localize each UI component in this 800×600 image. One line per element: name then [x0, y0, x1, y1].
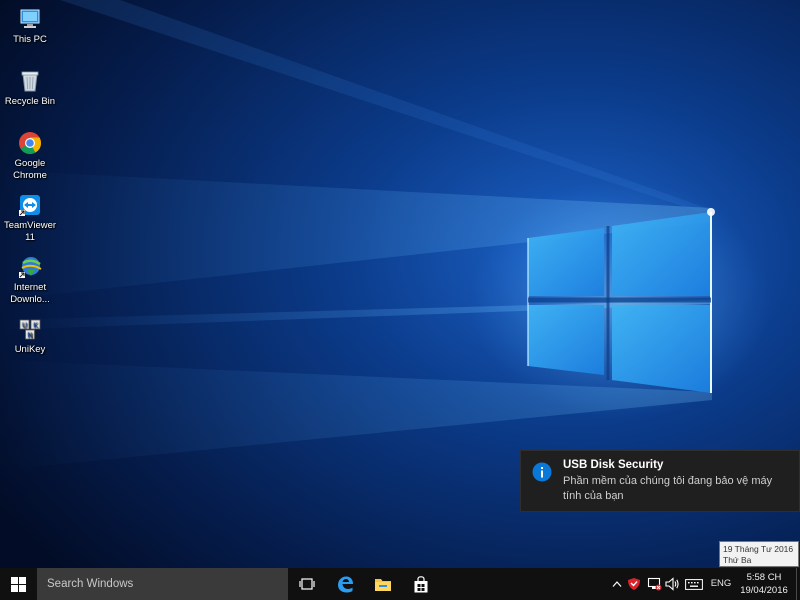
desktop-icon-label: Internet Downlo... — [10, 282, 50, 305]
task-view-button[interactable] — [292, 568, 322, 600]
clock-time: 5:58 CH — [746, 572, 782, 583]
chrome-icon — [19, 132, 41, 154]
file-explorer-button[interactable] — [368, 568, 398, 600]
info-icon — [532, 462, 552, 482]
computer-icon — [20, 9, 40, 28]
notification-body: Phần mềm của chúng tôi đang bảo vệ máy t… — [563, 475, 773, 502]
show-hidden-icons-button[interactable] — [609, 576, 625, 592]
chevron-up-icon — [612, 581, 622, 587]
desktop-icon-label: UniKey — [14, 344, 46, 355]
taskbar: Search Windows ENG 5:58 CH 19/04/2016 — [0, 568, 800, 600]
keyboard-icon — [685, 578, 703, 590]
tooltip-date: 19 Tháng Tư 2016 — [723, 544, 794, 554]
store-icon — [414, 575, 428, 592]
file-explorer-icon — [375, 579, 391, 591]
edge-button[interactable] — [330, 568, 360, 600]
start-button[interactable] — [0, 568, 37, 600]
tray-usb-disk-security[interactable] — [626, 576, 642, 592]
desktop-icon-label: TeamViewer 11 — [3, 220, 57, 243]
desktop-icon-google-chrome[interactable]: Google Chrome — [0, 130, 60, 182]
svg-text:K: K — [33, 322, 38, 330]
tooltip-weekday: Thứ Ba — [723, 555, 752, 565]
tray-network[interactable] — [646, 576, 662, 592]
date-tooltip: 19 Tháng Tư 2016 Thứ Ba — [719, 541, 799, 567]
clock[interactable]: 5:58 CH 19/04/2016 — [735, 571, 793, 597]
input-language-indicator[interactable]: ENG — [706, 568, 736, 600]
notification-title: USB Disk Security — [563, 459, 664, 471]
svg-text:N: N — [27, 332, 32, 340]
desktop-icon-teamviewer[interactable]: TeamViewer 11 — [0, 192, 60, 244]
clock-date: 19/04/2016 — [740, 585, 788, 596]
unikey-icon: U K N — [19, 319, 41, 340]
task-view-icon — [299, 578, 315, 590]
show-desktop-button[interactable] — [796, 568, 800, 600]
desktop-icon-unikey[interactable]: U K N UniKey — [0, 316, 60, 356]
teamviewer-icon — [19, 195, 40, 216]
windows-logo-icon — [11, 576, 26, 592]
desktop-icon-internet-download-manager[interactable]: Internet Downlo... — [0, 254, 60, 306]
network-icon — [647, 577, 661, 591]
svg-text:U: U — [22, 322, 27, 330]
notification-toast[interactable]: USB Disk Security Phần mềm của chúng tôi… — [520, 450, 800, 512]
volume-icon — [664, 577, 679, 591]
desktop-icon-label: Recycle Bin — [4, 96, 56, 107]
tray-touch-keyboard[interactable] — [684, 576, 704, 592]
desktop-icon-recycle-bin[interactable]: Recycle Bin — [0, 68, 60, 108]
desktop-icon-label: Google Chrome — [13, 158, 47, 181]
search-input[interactable]: Search Windows — [37, 568, 288, 600]
desktop-icon-label: This PC — [13, 34, 47, 45]
edge-icon — [338, 576, 353, 593]
desktop-icon-this-pc[interactable]: This PC — [0, 6, 60, 46]
recycle-bin-icon — [21, 71, 39, 92]
tray-volume[interactable] — [664, 576, 680, 592]
shield-icon — [628, 578, 640, 590]
idm-icon — [19, 257, 42, 278]
store-button[interactable] — [406, 568, 436, 600]
